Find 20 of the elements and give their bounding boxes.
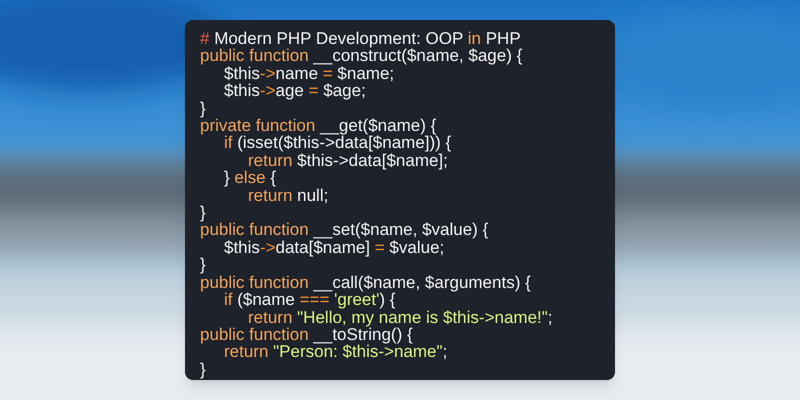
code-line: private function __get($name) {	[200, 117, 436, 134]
code-line: public function __construct($name, $age) {	[200, 47, 524, 65]
code-line: $this->name = $name;	[224, 64, 394, 82]
code-line: public function __call($name, $arguments) {	[200, 274, 532, 292]
code-line: # Modern PHP Development: OOP in PHP	[200, 30, 522, 48]
code-line: } else {	[224, 169, 277, 187]
code-line: return "Person: $this->name";	[224, 343, 448, 361]
code-line: public function __set($name, $value) {	[200, 221, 490, 239]
code-line: }	[200, 204, 207, 222]
code-line: $this->data[$name] = $value;	[224, 238, 444, 256]
code-line: }	[200, 100, 207, 118]
code-line: return null;	[248, 186, 330, 204]
code-line: return "Hello, my name is $this->name!";	[248, 308, 554, 326]
code-line: public function __toString() {	[200, 326, 414, 344]
code-line: }	[200, 360, 207, 378]
code-line: return $this->data[$name];	[248, 152, 448, 170]
code-line: if (isset($this->data[$name])) {	[224, 134, 452, 152]
code-line: if ($name === 'greet') {	[224, 291, 396, 308]
code-line: $this->age = $age;	[224, 82, 366, 100]
code-line: }	[200, 256, 207, 274]
